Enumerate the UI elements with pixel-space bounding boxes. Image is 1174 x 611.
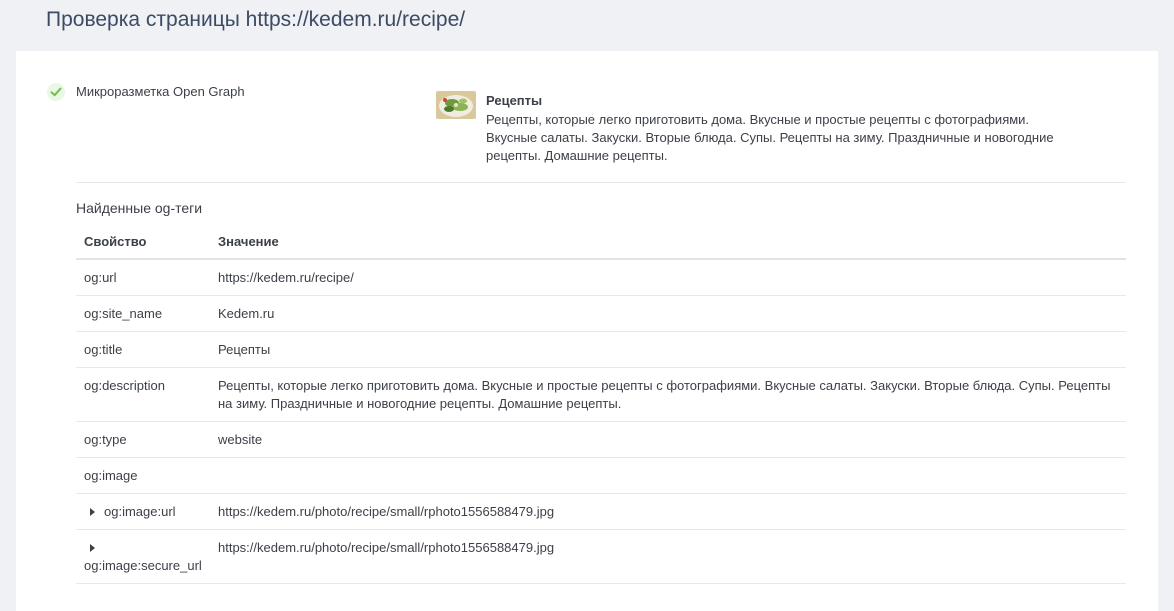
- property-label: og:image:url: [104, 504, 176, 519]
- table-row: og:title Рецепты: [76, 331, 1126, 368]
- table-row-expandable[interactable]: og:image:url https://kedem.ru/photo/reci…: [76, 493, 1126, 530]
- property-cell[interactable]: og:image:url: [76, 493, 210, 530]
- value-cell: [210, 457, 1126, 494]
- preview-thumbnail: [436, 91, 476, 119]
- og-tags-table: Свойство Значение og:url https://kedem.r…: [76, 224, 1126, 584]
- caret-right-icon[interactable]: [90, 508, 95, 516]
- property-cell[interactable]: og:image:secure_url: [76, 529, 210, 584]
- property-cell: og:url: [76, 259, 210, 296]
- table-row: og:description Рецепты, которые легко пр…: [76, 367, 1126, 422]
- table-header-row: Свойство Значение: [76, 224, 1126, 260]
- table-row: og:type website: [76, 421, 1126, 458]
- property-cell: og:description: [76, 367, 210, 422]
- value-cell: https://kedem.ru/photo/recipe/small/rpho…: [210, 493, 1126, 530]
- page-title: Проверка страницы https://kedem.ru/recip…: [46, 8, 466, 31]
- property-cell: og:image: [76, 457, 210, 494]
- preview-title: Рецепты: [486, 93, 543, 108]
- value-cell: website: [210, 421, 1126, 458]
- og-tags-heading: Найденные og-теги: [76, 200, 203, 216]
- check-icon: [47, 83, 65, 101]
- value-cell: Рецепты: [210, 331, 1126, 368]
- property-cell: og:type: [76, 421, 210, 458]
- property-label: og:image:secure_url: [84, 558, 202, 573]
- value-cell: https://kedem.ru/photo/recipe/small/rpho…: [210, 529, 1126, 584]
- caret-right-icon[interactable]: [90, 544, 95, 552]
- table-row-expandable[interactable]: og:image:secure_url https://kedem.ru/pho…: [76, 529, 1126, 584]
- table-row: og:site_name Kedem.ru: [76, 295, 1126, 332]
- column-header-property: Свойство: [76, 224, 210, 260]
- table-row: og:image: [76, 457, 1126, 494]
- preview-description: Рецепты, которые легко приготовить дома.…: [486, 112, 1054, 163]
- property-cell: og:title: [76, 331, 210, 368]
- value-cell: Kedem.ru: [210, 295, 1126, 332]
- value-cell: https://kedem.ru/recipe/: [210, 259, 1126, 296]
- value-cell: Рецепты, которые легко приготовить дома.…: [210, 367, 1126, 422]
- table-row: og:url https://kedem.ru/recipe/: [76, 259, 1126, 296]
- column-header-value: Значение: [210, 224, 1126, 260]
- section-divider: [76, 182, 1126, 183]
- property-cell: og:site_name: [76, 295, 210, 332]
- opengraph-status-label: Микроразметка Open Graph: [76, 84, 245, 99]
